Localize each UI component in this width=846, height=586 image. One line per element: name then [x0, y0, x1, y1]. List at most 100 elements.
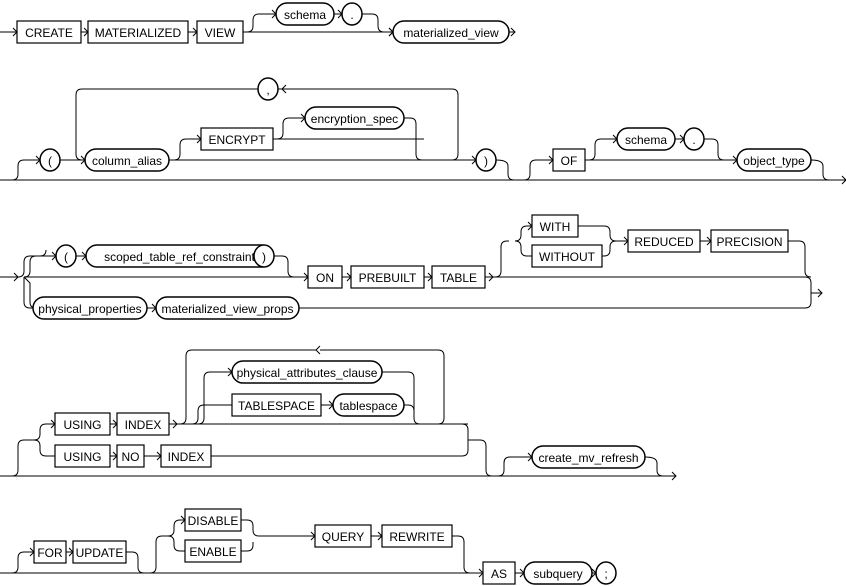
connector	[468, 439, 493, 477]
node-view: VIEW	[196, 20, 244, 44]
node-label: TABLE	[440, 271, 477, 285]
connector	[23, 255, 37, 278]
node-reduced: REDUCED	[627, 229, 701, 253]
node-label: DISABLE	[188, 514, 239, 528]
node-rewrite: REWRITE	[381, 524, 453, 548]
node-object-type: object_type	[736, 148, 812, 172]
connector	[162, 519, 185, 537]
node-no: NO	[116, 444, 145, 468]
node-label: ;	[604, 567, 607, 581]
node-label: materialized_view	[403, 26, 499, 40]
node-comma1: ,	[257, 77, 279, 101]
node-semicolon: ;	[595, 561, 617, 585]
node-label: (	[48, 154, 52, 168]
node-label: AS	[491, 567, 507, 581]
node-label: TABLESPACE	[238, 399, 315, 413]
node-scoped-table-ref-constraint: scoped_table_ref_constraint	[85, 244, 274, 268]
node-label: QUERY	[322, 530, 364, 544]
connector	[495, 159, 515, 181]
connector	[523, 159, 537, 181]
node-label: VIEW	[205, 26, 236, 40]
node-label: REDUCED	[634, 235, 694, 249]
node-label: REWRITE	[389, 530, 444, 544]
node-tablespace-kw: TABLESPACE	[231, 393, 322, 417]
node-label: object_type	[743, 154, 805, 168]
connector	[514, 240, 532, 257]
node-label: schema	[625, 133, 667, 147]
connector	[788, 240, 812, 278]
connector	[588, 138, 602, 161]
node-label: OF	[561, 154, 578, 168]
connector	[149, 535, 163, 574]
node-dot1: .	[341, 2, 363, 26]
node-table: TABLE	[431, 265, 486, 289]
node-schema2: schema	[616, 127, 676, 151]
arrow-left-icon	[315, 345, 321, 355]
node-label: (	[64, 250, 68, 264]
syntax-diagram: CREATE MATERIALIZED VIEW schema . materialize…	[0, 2, 846, 585]
connector	[173, 138, 187, 161]
connector	[11, 159, 25, 181]
node-label: NO	[122, 450, 140, 464]
connector	[276, 117, 290, 140]
connector	[404, 404, 415, 412]
node-index1: INDEX	[116, 412, 170, 436]
node-label: scoped_table_ref_constraint	[104, 250, 255, 264]
node-precision: PRECISION	[710, 229, 789, 253]
node-index2: INDEX	[160, 444, 212, 468]
connector	[191, 404, 205, 425]
node-prebuilt: PREBUILT	[350, 265, 425, 289]
node-subquery: subquery	[523, 561, 593, 585]
connector	[485, 276, 812, 284]
node-create: CREATE	[16, 20, 82, 44]
syntax-nodes: CREATE MATERIALIZED VIEW schema . materialize…	[16, 2, 812, 585]
node-rparen2: )	[253, 244, 275, 268]
node-label: physical_attributes_clause	[237, 366, 378, 380]
connector	[644, 456, 664, 477]
node-label: WITH	[540, 220, 571, 234]
node-as: AS	[482, 561, 516, 585]
node-tablespace: tablespace	[332, 393, 405, 417]
node-rparen1: )	[475, 148, 497, 172]
node-label: FOR	[37, 546, 63, 560]
node-label: CREATE	[25, 26, 73, 40]
node-label: .	[350, 8, 353, 22]
node-with: WITH	[531, 214, 579, 238]
node-label: physical_properties	[38, 302, 141, 316]
node-label: encryption_spec	[311, 112, 398, 126]
node-disable: DISABLE	[184, 508, 242, 532]
node-encrypt: ENCRYPT	[200, 127, 274, 151]
connector	[211, 423, 469, 457]
connector	[241, 542, 254, 552]
node-label: create_mv_refresh	[538, 451, 638, 465]
node-dot2: .	[683, 127, 705, 151]
node-label: USING	[63, 450, 101, 464]
connector	[11, 551, 25, 574]
node-enable: ENABLE	[184, 539, 242, 563]
node-label: PRECISION	[716, 235, 782, 249]
node-label: WITHOUT	[539, 250, 596, 264]
node-update: UPDATE	[72, 540, 127, 564]
node-materialized-view-props: materialized_view_props	[155, 296, 300, 320]
node-label: INDEX	[125, 418, 162, 432]
connector	[126, 551, 145, 574]
connector	[274, 255, 295, 278]
connector	[241, 519, 315, 537]
node-schema1: schema	[275, 2, 335, 26]
connector	[452, 535, 471, 574]
node-label: ON	[316, 271, 334, 285]
node-using2: USING	[54, 444, 111, 468]
node-label: INDEX	[168, 450, 205, 464]
node-label: subquery	[533, 567, 582, 581]
node-for: FOR	[33, 540, 67, 564]
node-label: UPDATE	[76, 546, 124, 560]
node-physical-attributes-clause: physical_attributes_clause	[231, 360, 383, 384]
node-label: .	[692, 133, 695, 147]
node-label: schema	[284, 8, 326, 22]
node-label: ,	[266, 83, 269, 97]
connector	[578, 225, 628, 242]
node-label: )	[262, 250, 266, 264]
node-on: ON	[307, 265, 343, 289]
node-create-mv-refresh: create_mv_refresh	[531, 445, 646, 469]
node-column-alias: column_alias	[84, 148, 170, 172]
